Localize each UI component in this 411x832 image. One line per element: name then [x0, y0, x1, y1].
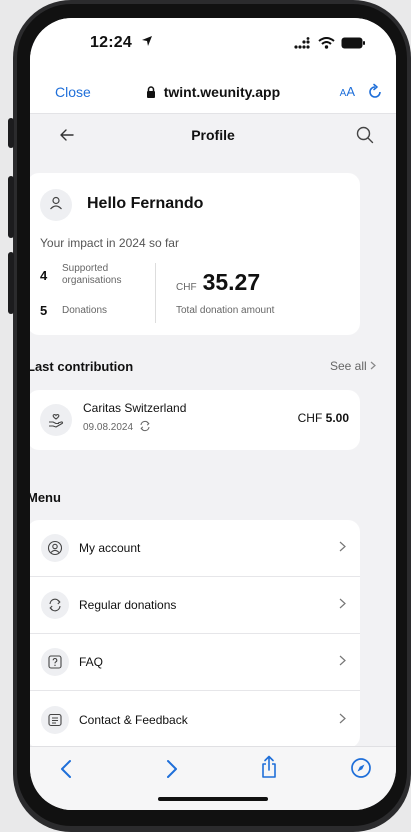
mute-switch — [8, 118, 14, 148]
status-bar: 12:24 — [30, 18, 396, 74]
menu-item-my-account[interactable]: My account — [30, 520, 360, 577]
volume-up-button — [8, 176, 14, 238]
contribution-date-text: 09.08.2024 — [83, 422, 134, 433]
supported-label-line2: organisations — [62, 275, 122, 286]
contribution-name: Caritas Switzerland — [83, 401, 187, 415]
chevron-right-icon — [339, 539, 346, 557]
donations-stat: 5 Donations — [40, 303, 107, 318]
last-contribution-title: Last contribution — [30, 359, 134, 374]
page-header: Profile — [30, 114, 396, 160]
search-icon[interactable] — [356, 126, 374, 149]
home-indicator — [158, 797, 268, 801]
menu-title: Menu — [30, 490, 61, 505]
chevron-right-icon — [339, 653, 346, 671]
browser-toolbar — [30, 746, 396, 810]
lock-icon — [146, 84, 164, 100]
supported-label: Supported organisations — [62, 263, 121, 287]
volume-down-button — [8, 252, 14, 314]
menu-item-regular-donations[interactable]: Regular donations — [30, 577, 360, 634]
see-all-link[interactable]: See all — [330, 359, 376, 373]
battery-icon — [341, 36, 366, 54]
status-time: 12:24 — [90, 34, 153, 52]
menu-item-label: FAQ — [79, 655, 104, 669]
see-all-label: See all — [329, 359, 367, 373]
contribution-amount: CHF 5.00 — [298, 411, 349, 425]
stats-divider — [155, 263, 156, 323]
share-icon[interactable] — [260, 755, 278, 784]
status-icons — [294, 36, 366, 54]
contribution-amount-value: 5.00 — [325, 411, 349, 425]
user-circle-icon — [41, 534, 69, 562]
chevron-right-icon — [370, 359, 376, 373]
supported-count: 4 — [40, 267, 48, 283]
supported-label-line1: Supported — [62, 263, 109, 274]
greeting: Hello Fernando — [87, 195, 204, 212]
donations-count: 5 — [40, 303, 48, 318]
last-contribution-card[interactable]: Caritas Switzerland 09.08.2024 CHF 5.00 — [30, 390, 360, 450]
menu-card: My account Regular donations FAQ Contact… — [30, 520, 360, 748]
forward-chevron-icon[interactable] — [166, 759, 178, 784]
donation-hand-icon — [40, 404, 72, 436]
compass-icon[interactable] — [350, 757, 372, 784]
menu-item-label: Regular donations — [79, 598, 177, 612]
phone-screen: 12:24 Close twint.weunity.app AA Profile… — [30, 18, 396, 810]
wifi-icon — [318, 36, 335, 54]
menu-item-label: My account — [79, 541, 141, 555]
question-icon — [41, 648, 69, 676]
chevron-right-icon — [339, 711, 346, 729]
url-text: twint.weunity.app — [163, 84, 281, 100]
user-icon — [48, 195, 64, 216]
donations-label: Donations — [62, 304, 108, 316]
total-amount-value: 35.27 — [202, 269, 261, 295]
impact-card: Hello Fernando Your impact in 2024 so fa… — [30, 173, 360, 335]
menu-item-contact-feedback[interactable]: Contact & Feedback — [30, 691, 360, 748]
reload-icon[interactable] — [366, 83, 384, 106]
total-amount-label: Total donation amount — [176, 305, 275, 316]
recurring-icon — [139, 420, 151, 435]
impact-text: Your impact in 2024 so far — [40, 236, 179, 250]
contribution-date: 09.08.2024 — [83, 420, 151, 435]
contribution-currency: CHF — [297, 411, 323, 425]
total-currency: CHF — [176, 282, 197, 293]
avatar — [40, 189, 72, 221]
status-time-text: 12:24 — [90, 34, 132, 51]
chevron-right-icon — [339, 596, 346, 614]
menu-item-label: Contact & Feedback — [79, 712, 188, 727]
cellular-signal-icon — [294, 36, 312, 54]
chat-icon — [41, 705, 69, 734]
page-title: Profile — [191, 127, 235, 143]
supported-stat: 4 Supported organisations — [40, 263, 121, 287]
total-amount: CHF 35.27 — [176, 269, 260, 296]
recurring-icon — [41, 591, 69, 619]
location-arrow-icon — [141, 34, 153, 52]
browser-bar: Close twint.weunity.app AA — [30, 74, 396, 114]
menu-item-faq[interactable]: FAQ — [30, 634, 360, 691]
aa-big: A — [346, 84, 355, 99]
back-chevron-icon[interactable] — [60, 759, 72, 784]
text-size-button[interactable]: AA — [340, 84, 355, 99]
